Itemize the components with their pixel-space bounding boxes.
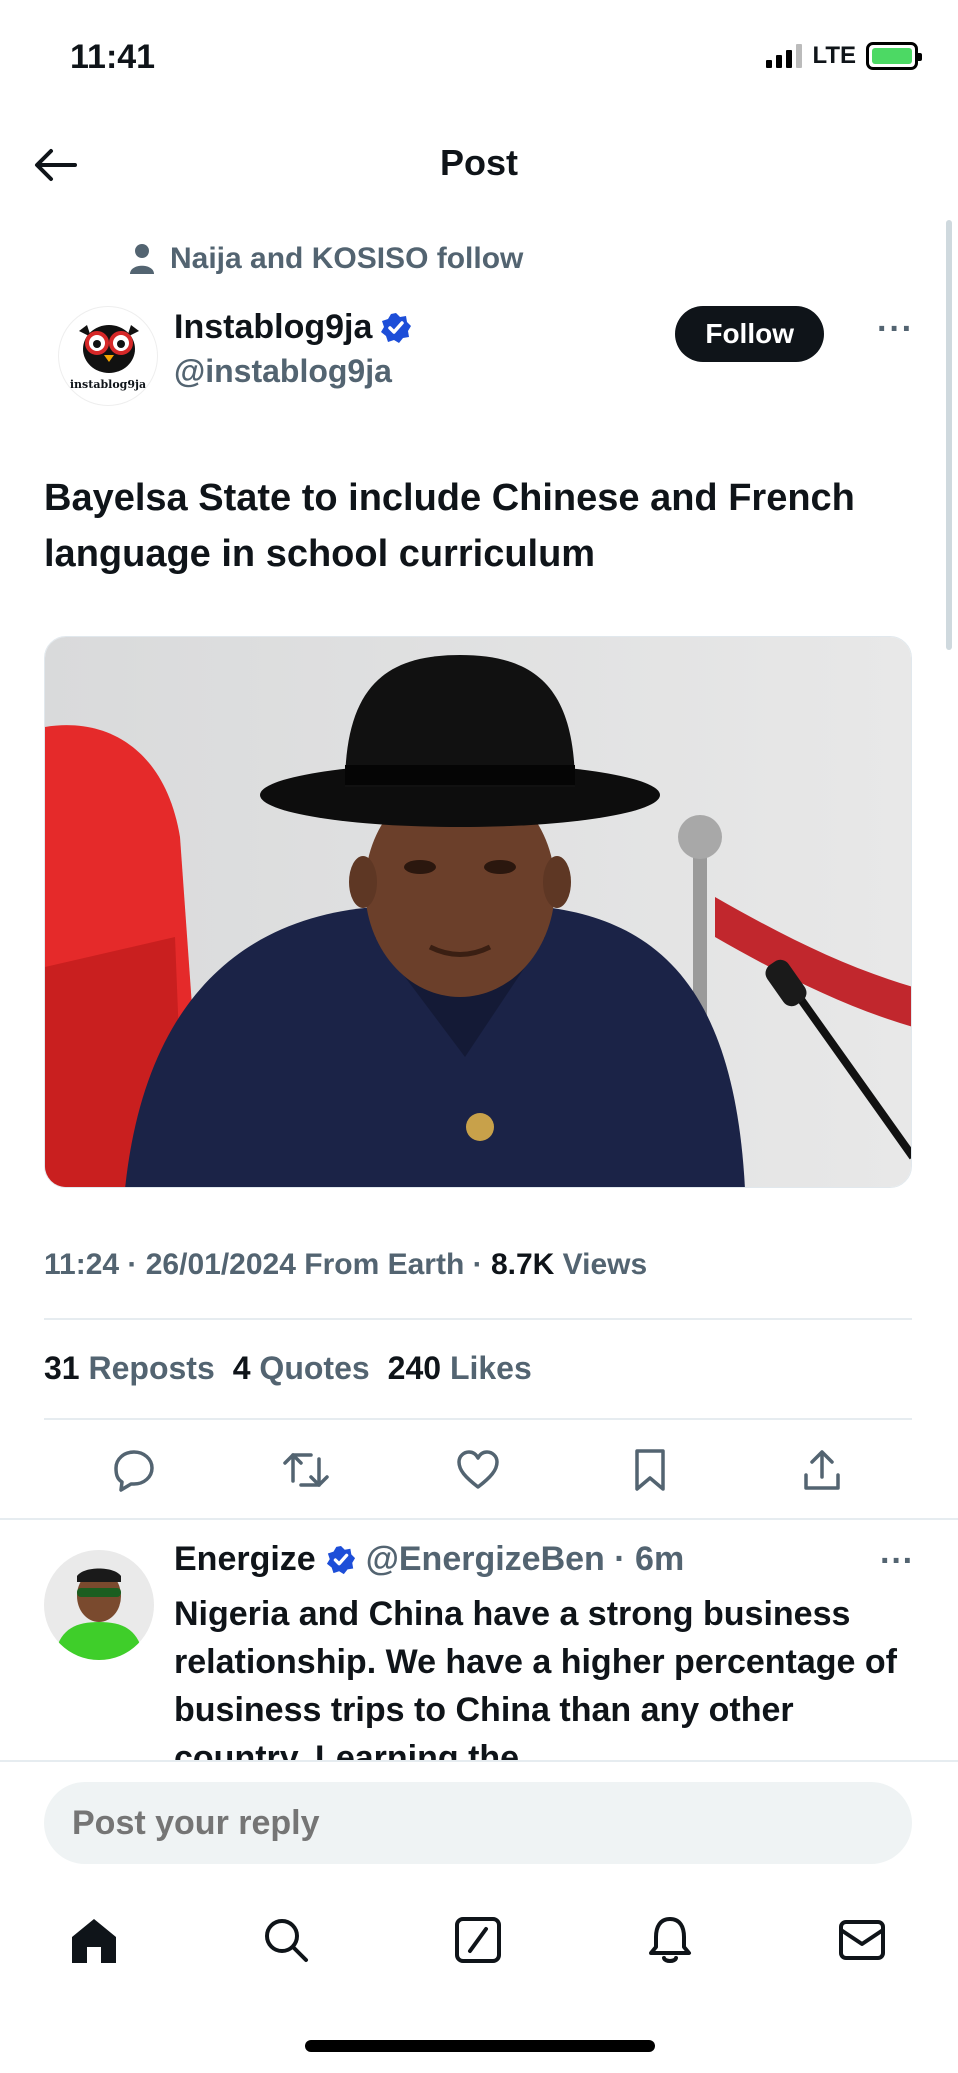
tab-compose[interactable] — [438, 1900, 518, 1980]
home-indicator[interactable] — [305, 2040, 655, 2052]
author-handle[interactable]: @instablog9ja — [174, 353, 412, 390]
bookmark-icon — [635, 1449, 665, 1491]
social-context: Naija and KOSISO follow — [128, 242, 523, 276]
reply-input[interactable] — [44, 1782, 912, 1864]
scrollbar[interactable] — [946, 220, 952, 650]
author-names[interactable]: Instablog9ja @instablog9ja — [174, 308, 412, 390]
status-bar: 11:41 LTE — [0, 0, 958, 120]
likes-stat[interactable]: 240 Likes — [388, 1350, 532, 1387]
post-photo-illustration — [45, 637, 911, 1187]
social-context-text: Naija and KOSISO follow — [170, 242, 524, 275]
reply-text: Nigeria and China have a strong business… — [174, 1595, 897, 1760]
page-title: Post — [439, 142, 518, 183]
repost-icon — [283, 1453, 329, 1487]
network-label: LTE — [812, 42, 856, 69]
post-author-row: instablog9ja Instablog9ja @instablog9ja … — [44, 300, 914, 410]
verified-badge-icon — [381, 312, 412, 343]
share-button[interactable] — [792, 1440, 852, 1500]
likes-count: 240 — [387, 1350, 442, 1386]
tab-notifications[interactable] — [630, 1900, 710, 1980]
tab-messages[interactable] — [822, 1900, 902, 1980]
post-header: Post — [0, 120, 958, 210]
reply-composer — [0, 1760, 958, 1870]
reply-display-name[interactable]: Energize — [174, 1540, 316, 1579]
meta-separator: · — [472, 1248, 491, 1281]
reposts-stat[interactable]: 31 Reposts — [44, 1350, 215, 1387]
more-options-icon[interactable]: ··· — [877, 310, 914, 349]
divider — [44, 1418, 912, 1420]
battery-icon — [866, 42, 922, 70]
reply-handle-time[interactable]: @EnergizeBen · 6m — [366, 1540, 684, 1579]
post-actions — [44, 1440, 912, 1500]
author-display-name[interactable]: Instablog9ja — [174, 308, 412, 347]
reposts-count: 31 — [44, 1350, 80, 1386]
reply-avatar[interactable] — [44, 1550, 154, 1660]
reply-button[interactable] — [104, 1440, 164, 1500]
author-name-text: Instablog9ja — [174, 308, 373, 346]
quotes-stat[interactable]: 4 Quotes — [233, 1350, 370, 1387]
follow-button[interactable]: Follow — [675, 306, 824, 362]
reply-item[interactable]: Energize @EnergizeBen · 6m ··· Nigeria a… — [0, 1520, 958, 1760]
avatar-brand-text: instablog9ja — [69, 378, 147, 391]
verified-badge-icon — [326, 1545, 355, 1574]
tab-home[interactable] — [54, 1900, 134, 1980]
bookmark-button[interactable] — [620, 1440, 680, 1500]
meta-separator: · — [127, 1248, 146, 1281]
post-date: 26/01/2024 — [145, 1248, 296, 1281]
reply-icon — [114, 1450, 154, 1492]
like-button[interactable] — [448, 1440, 508, 1500]
post-text: Bayelsa State to include Chinese and Fre… — [44, 477, 855, 575]
person-icon — [130, 244, 154, 274]
likes-label: Likes — [449, 1350, 532, 1386]
like-icon — [457, 1450, 499, 1489]
repost-button[interactable] — [276, 1440, 336, 1500]
views-label: Views — [562, 1248, 648, 1281]
signal-icon — [766, 44, 803, 68]
home-icon — [72, 1919, 116, 1963]
quotes-label: Quotes — [259, 1350, 370, 1386]
post-image[interactable] — [44, 636, 912, 1188]
divider — [44, 1318, 912, 1320]
reply-avatar-image — [44, 1550, 154, 1660]
notifications-icon — [649, 1917, 691, 1963]
reposts-label: Reposts — [88, 1350, 215, 1386]
status-time: 11:41 — [70, 38, 156, 76]
status-indicators: LTE — [766, 42, 922, 70]
views-count: 8.7K — [490, 1248, 555, 1281]
reply-more-icon[interactable]: ··· — [880, 1542, 914, 1581]
post-source: From Earth — [304, 1248, 465, 1281]
search-icon — [265, 1919, 308, 1962]
author-avatar[interactable]: instablog9ja — [58, 306, 158, 406]
compose-icon — [455, 1917, 501, 1963]
messages-icon — [839, 1920, 885, 1960]
owl-logo-icon — [79, 325, 139, 373]
post-time: 11:24 — [44, 1248, 120, 1281]
reply-header: Energize @EnergizeBen · 6m — [174, 1540, 684, 1579]
post-meta: 11:24 · 26/01/2024 From Earth · 8.7K Vie… — [44, 1248, 647, 1282]
tab-search[interactable] — [246, 1900, 326, 1980]
quotes-count: 4 — [232, 1350, 251, 1386]
bottom-tab-bar — [0, 1900, 958, 1990]
share-icon — [804, 1450, 840, 1490]
post-stats: 31 Reposts 4 Quotes 240 Likes — [44, 1350, 532, 1387]
